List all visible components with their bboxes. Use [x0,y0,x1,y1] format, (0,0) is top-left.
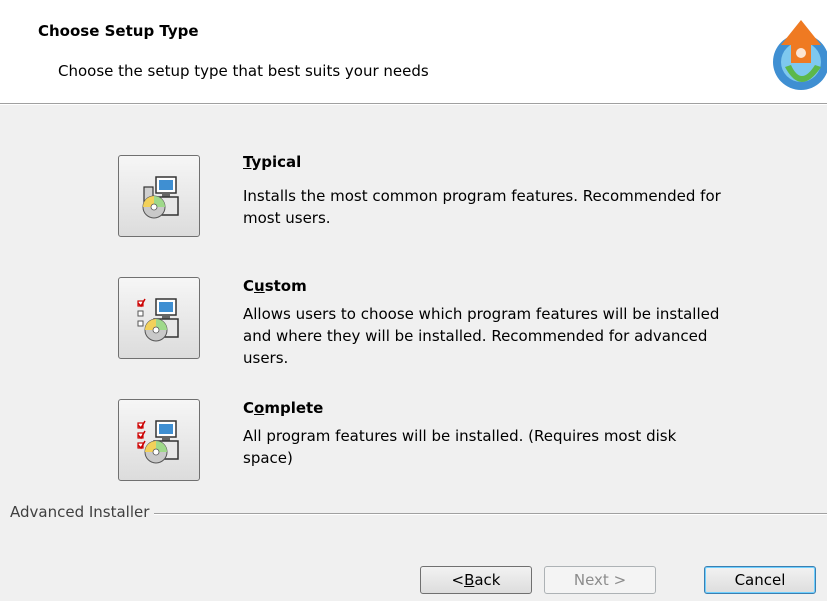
typical-description: Installs the most common program feature… [243,187,721,227]
brand-label: Advanced Installer [10,503,155,521]
checklist-computer-cd-icon [137,298,179,342]
custom-title: Custom [243,277,307,295]
header-banner: Choose Setup Type Choose the setup type … [0,0,827,103]
page-subtitle: Choose the setup type that best suits yo… [58,62,429,80]
complete-title: Complete [243,399,324,417]
advanced-installer-logo-icon [771,5,827,103]
cancel-button[interactable]: Cancel [704,566,816,594]
computer-cd-icon [142,176,179,219]
typical-title: Typical [243,153,302,171]
typical-setup-button[interactable] [118,155,200,237]
next-button[interactable]: Next > [544,566,656,594]
back-button[interactable]: < Back [420,566,532,594]
custom-description: Allows users to choose which program fea… [243,305,720,367]
header-divider [0,103,827,105]
complete-setup-button[interactable] [118,399,200,481]
page-title: Choose Setup Type [38,22,199,40]
complete-description: All program features will be installed. … [243,427,677,467]
full-checklist-computer-cd-icon [137,420,179,464]
custom-setup-button[interactable] [118,277,200,359]
